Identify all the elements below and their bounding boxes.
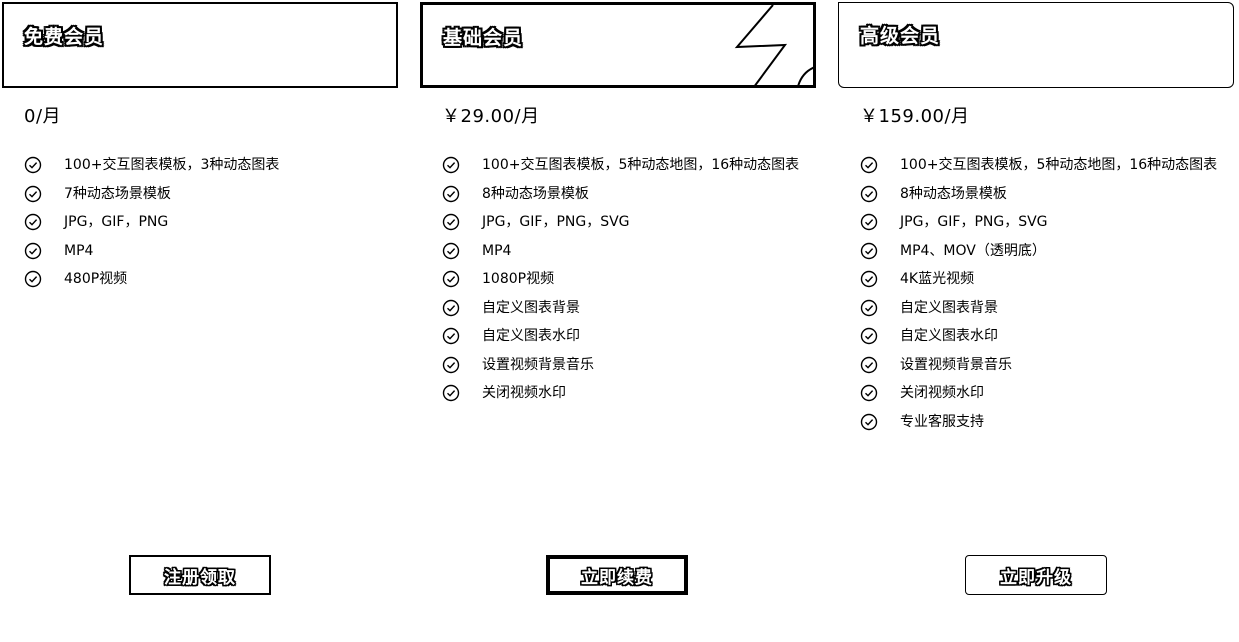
feature-text: MP4 [482, 242, 512, 259]
feature-item: 100+交互图表模板，3种动态图表 [24, 154, 394, 176]
feature-list: 100+交互图表模板，5种动态地图，16种动态图表 8种动态场景模板 JPG，G… [860, 154, 1230, 439]
feature-text: 关闭视频水印 [482, 385, 566, 401]
feature-text: JPG，GIF，PNG [64, 214, 169, 230]
feature-text: 自定义图表水印 [482, 328, 580, 344]
feature-text: 8种动态场景模板 [900, 185, 1007, 202]
feature-item: 自定义图表水印 [860, 325, 1230, 347]
check-circle-icon [442, 356, 460, 373]
feature-item: 自定义图表背景 [442, 297, 812, 319]
plan-header: 免费会员 [2, 2, 398, 88]
check-circle-icon [860, 156, 878, 174]
upgrade-button[interactable]: 立即升级 [965, 555, 1107, 595]
check-circle-icon [442, 327, 460, 345]
feature-text: 100+交互图表模板，5种动态地图，16种动态图表 [900, 157, 1218, 173]
feature-text: 设置视频背景音乐 [900, 356, 1012, 373]
feature-text: 7种动态场景模板 [64, 185, 171, 202]
feature-text: MP4 [64, 242, 94, 259]
feature-text: JPG，GIF，PNG，SVG [482, 214, 630, 230]
check-circle-icon [442, 213, 460, 231]
feature-item: 设置视频背景音乐 [860, 354, 1230, 376]
check-circle-icon [860, 327, 878, 345]
plan-price: 0/月 [24, 106, 62, 127]
feature-list: 100+交互图表模板，5种动态地图，16种动态图表 8种动态场景模板 JPG，G… [442, 154, 812, 411]
check-circle-icon [860, 384, 878, 402]
feature-item: 关闭视频水印 [860, 382, 1230, 404]
feature-text: 1080P视频 [482, 271, 555, 287]
check-circle-icon [860, 242, 878, 259]
feature-text: 专业客服支持 [900, 413, 984, 430]
plan-card-free: 免费会员 0/月 100+交互图表模板，3种动态图表 7种动态场景模板 JPG，… [2, 0, 398, 642]
feature-item: 8种动态场景模板 [442, 183, 812, 205]
check-circle-icon [442, 299, 460, 316]
feature-item: 7种动态场景模板 [24, 183, 394, 205]
feature-item: JPG，GIF，PNG，SVG [860, 211, 1230, 233]
renew-button[interactable]: 立即续费 [546, 555, 688, 595]
plan-card-basic: 基础会员 ￥29.00/月 100+交互图表模板，5种动态地图，16种动态图表 … [420, 0, 816, 642]
plan-price: ￥159.00/月 [860, 106, 970, 127]
plan-name: 高级会员 [860, 25, 941, 47]
feature-text: 自定义图表水印 [900, 328, 998, 344]
feature-text: 4K蓝光视频 [900, 271, 975, 287]
check-circle-icon [860, 213, 878, 231]
plan-header: 基础会员 [420, 2, 816, 88]
check-circle-icon [442, 384, 460, 402]
feature-item: JPG，GIF，PNG [24, 211, 394, 233]
check-circle-icon [442, 185, 460, 202]
feature-item: 专业客服支持 [860, 411, 1230, 433]
feature-item: JPG，GIF，PNG，SVG [442, 211, 812, 233]
check-circle-icon [860, 356, 878, 373]
check-circle-icon [442, 242, 460, 259]
feature-item: MP4 [24, 240, 394, 262]
plan-header: 高级会员 [838, 2, 1234, 88]
feature-text: MP4、MOV（透明底） [900, 242, 1046, 259]
feature-text: 480P视频 [64, 271, 128, 287]
feature-item: 自定义图表水印 [442, 325, 812, 347]
check-circle-icon [860, 270, 878, 288]
check-circle-icon [24, 156, 42, 174]
feature-text: 关闭视频水印 [900, 385, 984, 401]
feature-item: MP4 [442, 240, 812, 262]
feature-text: 设置视频背景音乐 [482, 356, 594, 373]
feature-text: 自定义图表背景 [482, 299, 580, 316]
feature-text: 自定义图表背景 [900, 299, 998, 316]
feature-item: 设置视频背景音乐 [442, 354, 812, 376]
feature-item: 8种动态场景模板 [860, 183, 1230, 205]
feature-item: 关闭视频水印 [442, 382, 812, 404]
feature-list: 100+交互图表模板，3种动态图表 7种动态场景模板 JPG，GIF，PNG M… [24, 154, 394, 297]
check-circle-icon [24, 185, 42, 202]
feature-text: 8种动态场景模板 [482, 185, 589, 202]
plan-name: 免费会员 [24, 26, 105, 48]
plan-name: 基础会员 [443, 27, 524, 49]
check-circle-icon [24, 213, 42, 231]
check-circle-icon [442, 156, 460, 174]
feature-item: 1080P视频 [442, 268, 812, 290]
check-circle-icon [860, 299, 878, 316]
check-circle-icon [442, 270, 460, 288]
check-circle-icon [24, 270, 42, 288]
plan-price: ￥29.00/月 [442, 106, 540, 127]
feature-item: 自定义图表背景 [860, 297, 1230, 319]
feature-item: 480P视频 [24, 268, 394, 290]
check-circle-icon [24, 242, 42, 259]
lightning-decoration-icon [734, 5, 813, 85]
register-button[interactable]: 注册领取 [129, 555, 271, 595]
feature-item: 4K蓝光视频 [860, 268, 1230, 290]
plan-card-premium: 高级会员 ￥159.00/月 100+交互图表模板，5种动态地图，16种动态图表… [838, 0, 1234, 642]
pricing-page: 免费会员 0/月 100+交互图表模板，3种动态图表 7种动态场景模板 JPG，… [0, 0, 1239, 642]
feature-text: 100+交互图表模板，5种动态地图，16种动态图表 [482, 157, 800, 173]
feature-item: MP4、MOV（透明底） [860, 240, 1230, 262]
check-circle-icon [860, 185, 878, 202]
feature-item: 100+交互图表模板，5种动态地图，16种动态图表 [860, 154, 1230, 176]
check-circle-icon [860, 413, 878, 430]
feature-item: 100+交互图表模板，5种动态地图，16种动态图表 [442, 154, 812, 176]
feature-text: JPG，GIF，PNG，SVG [900, 214, 1048, 230]
feature-text: 100+交互图表模板，3种动态图表 [64, 157, 280, 173]
